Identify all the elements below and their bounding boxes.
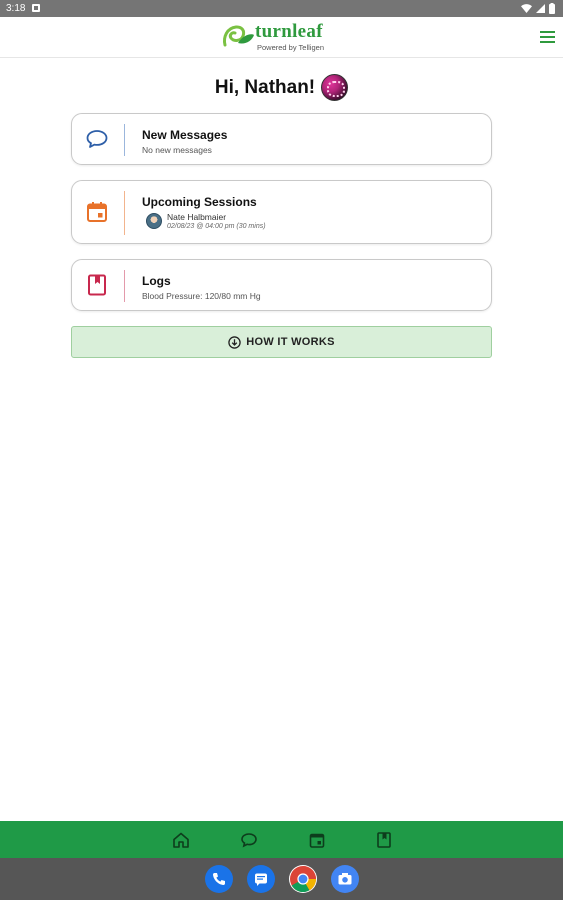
chrome-icon[interactable]: [289, 865, 317, 893]
arrow-down-circle-icon: [228, 335, 241, 349]
logo-wordmark: turnleaf: [255, 21, 323, 42]
new-messages-card[interactable]: New Messages No new messages: [71, 113, 492, 165]
leaf-logo-icon: [223, 25, 254, 47]
home-icon[interactable]: [172, 831, 190, 849]
android-dock: [0, 858, 563, 900]
how-it-works-button[interactable]: HOW IT WORKS: [71, 326, 492, 358]
avatar[interactable]: [321, 74, 349, 101]
logs-card[interactable]: Logs Blood Pressure: 120/80 mm Hg: [71, 259, 492, 311]
turnleaf-logo: turnleaf Powered by Telligen: [221, 21, 343, 55]
card-title: Upcoming Sessions: [142, 195, 257, 209]
status-time: 3:18: [6, 3, 26, 14]
battery-icon: [549, 3, 555, 14]
provider-name: Nate Halbmaier: [167, 212, 227, 222]
card-divider: [124, 270, 125, 302]
card-title: Logs: [142, 274, 171, 288]
status-icons: [521, 2, 555, 15]
bottom-navigation: [0, 821, 563, 858]
session-time: 02/08/23 @ 04:00 pm (30 mins): [167, 223, 266, 230]
messages-icon[interactable]: [247, 865, 275, 893]
chat-icon[interactable]: [240, 831, 258, 849]
card-subtitle: No new messages: [142, 145, 212, 155]
card-divider: [124, 124, 125, 156]
greeting-text: Hi, Nathan!: [214, 76, 316, 98]
card-title: New Messages: [142, 128, 228, 142]
phone-icon[interactable]: [205, 865, 233, 893]
card-divider: [124, 191, 125, 235]
logo-subtitle: Powered by Telligen: [257, 43, 324, 52]
signal-icon: [536, 4, 545, 13]
camera-icon[interactable]: [331, 865, 359, 893]
chat-bubble-icon: [86, 130, 108, 148]
hamburger-menu-icon[interactable]: [539, 26, 557, 48]
book-icon[interactable]: [375, 831, 393, 849]
greeting: Hi, Nathan!: [0, 74, 563, 101]
calendar-icon: [87, 202, 107, 222]
provider-avatar: [146, 213, 162, 229]
wifi-icon: [521, 4, 532, 13]
app-bar: turnleaf Powered by Telligen: [0, 17, 563, 58]
calendar-icon[interactable]: [308, 831, 326, 849]
how-it-works-label: HOW IT WORKS: [246, 336, 335, 348]
notification-icon: [32, 4, 40, 12]
book-icon: [88, 274, 106, 296]
status-bar: 3:18: [0, 0, 563, 17]
upcoming-sessions-card[interactable]: Upcoming Sessions Nate Halbmaier 02/08/2…: [71, 180, 492, 244]
card-subtitle: Blood Pressure: 120/80 mm Hg: [142, 291, 261, 301]
